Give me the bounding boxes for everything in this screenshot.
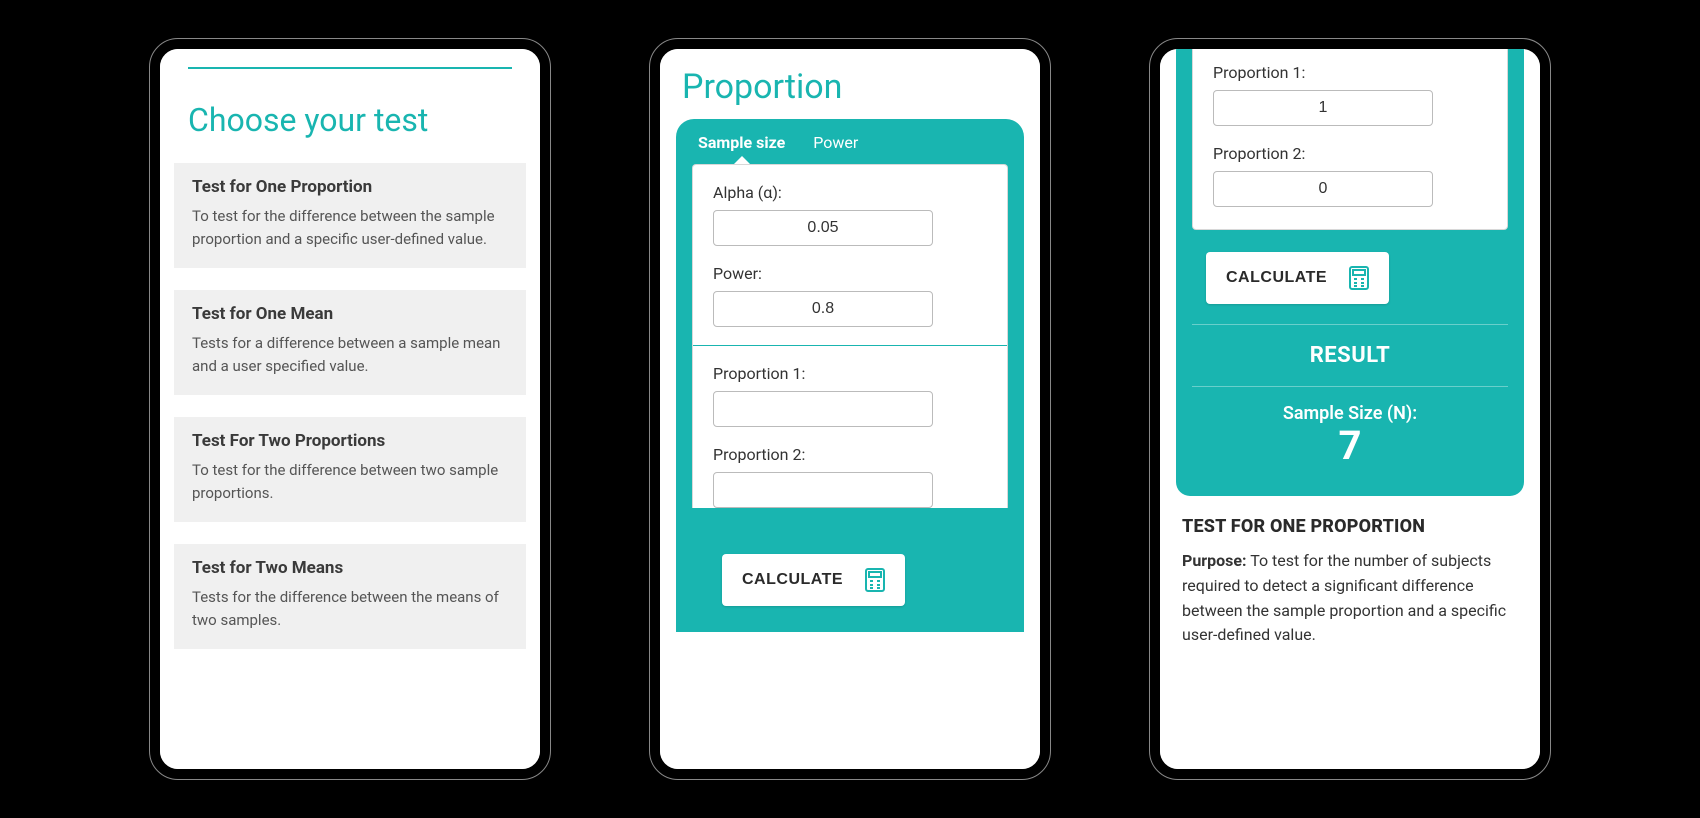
- calculator-icon: [1349, 266, 1369, 290]
- power-label: Power:: [713, 264, 987, 283]
- form-card: Proportion 1: Proportion 2:: [1192, 49, 1508, 230]
- proportion-2-label: Proportion 2:: [713, 445, 987, 464]
- power-input[interactable]: [713, 291, 933, 327]
- proportion-1-input[interactable]: [713, 391, 933, 427]
- calculate-label: CALCULATE: [742, 571, 843, 589]
- test-card-one-proportion[interactable]: Test for One Proportion To test for the …: [174, 163, 526, 268]
- proportion-1-input[interactable]: [1213, 90, 1433, 126]
- tab-power[interactable]: Power: [813, 133, 858, 152]
- result-header: RESULT: [1192, 324, 1508, 387]
- page-title: Choose your test: [188, 101, 512, 139]
- page-title: Proportion: [660, 49, 1040, 119]
- result-body: Sample Size (N): 7: [1192, 387, 1508, 490]
- result-label: Sample Size (N):: [1192, 403, 1508, 424]
- info-title: TEST FOR ONE PROPORTION: [1182, 516, 1518, 537]
- proportion-2-input[interactable]: [713, 472, 933, 508]
- proportion-1-label: Proportion 1:: [713, 364, 987, 383]
- test-card-two-means[interactable]: Test for Two Means Tests for the differe…: [174, 544, 526, 649]
- form-panel: Sample size Power Alpha (α): Power: Prop…: [676, 119, 1024, 632]
- phone-frame-choose-test: Choose your test Test for One Proportion…: [150, 39, 550, 779]
- info-text: Purpose: To test for the number of subje…: [1182, 549, 1518, 648]
- test-card-title: Test for Two Means: [192, 558, 508, 578]
- result-value: 7: [1192, 424, 1508, 468]
- alpha-label: Alpha (α):: [713, 183, 987, 202]
- tab-sample-size[interactable]: Sample size: [698, 133, 785, 152]
- alpha-input[interactable]: [713, 210, 933, 246]
- tabs: Sample size Power: [692, 133, 1008, 164]
- test-card-desc: Tests for a difference between a sample …: [192, 332, 508, 377]
- test-card-desc: Tests for the difference between the mea…: [192, 586, 508, 631]
- screen-result: Proportion 1: Proportion 2: CALCULATE: [1160, 49, 1540, 769]
- phone-frame-proportion-form: Proportion Sample size Power Alpha (α): …: [650, 39, 1050, 779]
- calculate-button[interactable]: CALCULATE: [1206, 252, 1389, 304]
- header-rule: [188, 67, 512, 69]
- form-panel: Proportion 1: Proportion 2: CALCULATE: [1176, 49, 1524, 496]
- test-card-title: Test for One Proportion: [192, 177, 508, 197]
- proportion-2-label: Proportion 2:: [1213, 144, 1487, 163]
- test-card-two-proportions[interactable]: Test For Two Proportions To test for the…: [174, 417, 526, 522]
- calculate-area: CALCULATE: [1192, 230, 1508, 324]
- calculate-label: CALCULATE: [1226, 269, 1327, 287]
- calculator-icon: [865, 568, 885, 592]
- test-card-one-mean[interactable]: Test for One Mean Tests for a difference…: [174, 290, 526, 395]
- form-card: Alpha (α): Power: Proportion 1: Proporti…: [692, 164, 1008, 508]
- phone-frame-result: Proportion 1: Proportion 2: CALCULATE: [1150, 39, 1550, 779]
- screen-proportion-form: Proportion Sample size Power Alpha (α): …: [660, 49, 1040, 769]
- form-divider: [693, 345, 1007, 346]
- proportion-1-label: Proportion 1:: [1213, 63, 1487, 82]
- test-card-title: Test For Two Proportions: [192, 431, 508, 451]
- test-card-title: Test for One Mean: [192, 304, 508, 324]
- info-purpose-label: Purpose:: [1182, 551, 1247, 570]
- info-section: TEST FOR ONE PROPORTION Purpose: To test…: [1160, 496, 1540, 668]
- proportion-2-input[interactable]: [1213, 171, 1433, 207]
- test-card-desc: To test for the difference between the s…: [192, 205, 508, 250]
- test-card-desc: To test for the difference between two s…: [192, 459, 508, 504]
- calculate-area: CALCULATE: [692, 532, 1008, 632]
- calculate-button[interactable]: CALCULATE: [722, 554, 905, 606]
- screen-choose-test: Choose your test Test for One Proportion…: [160, 49, 540, 769]
